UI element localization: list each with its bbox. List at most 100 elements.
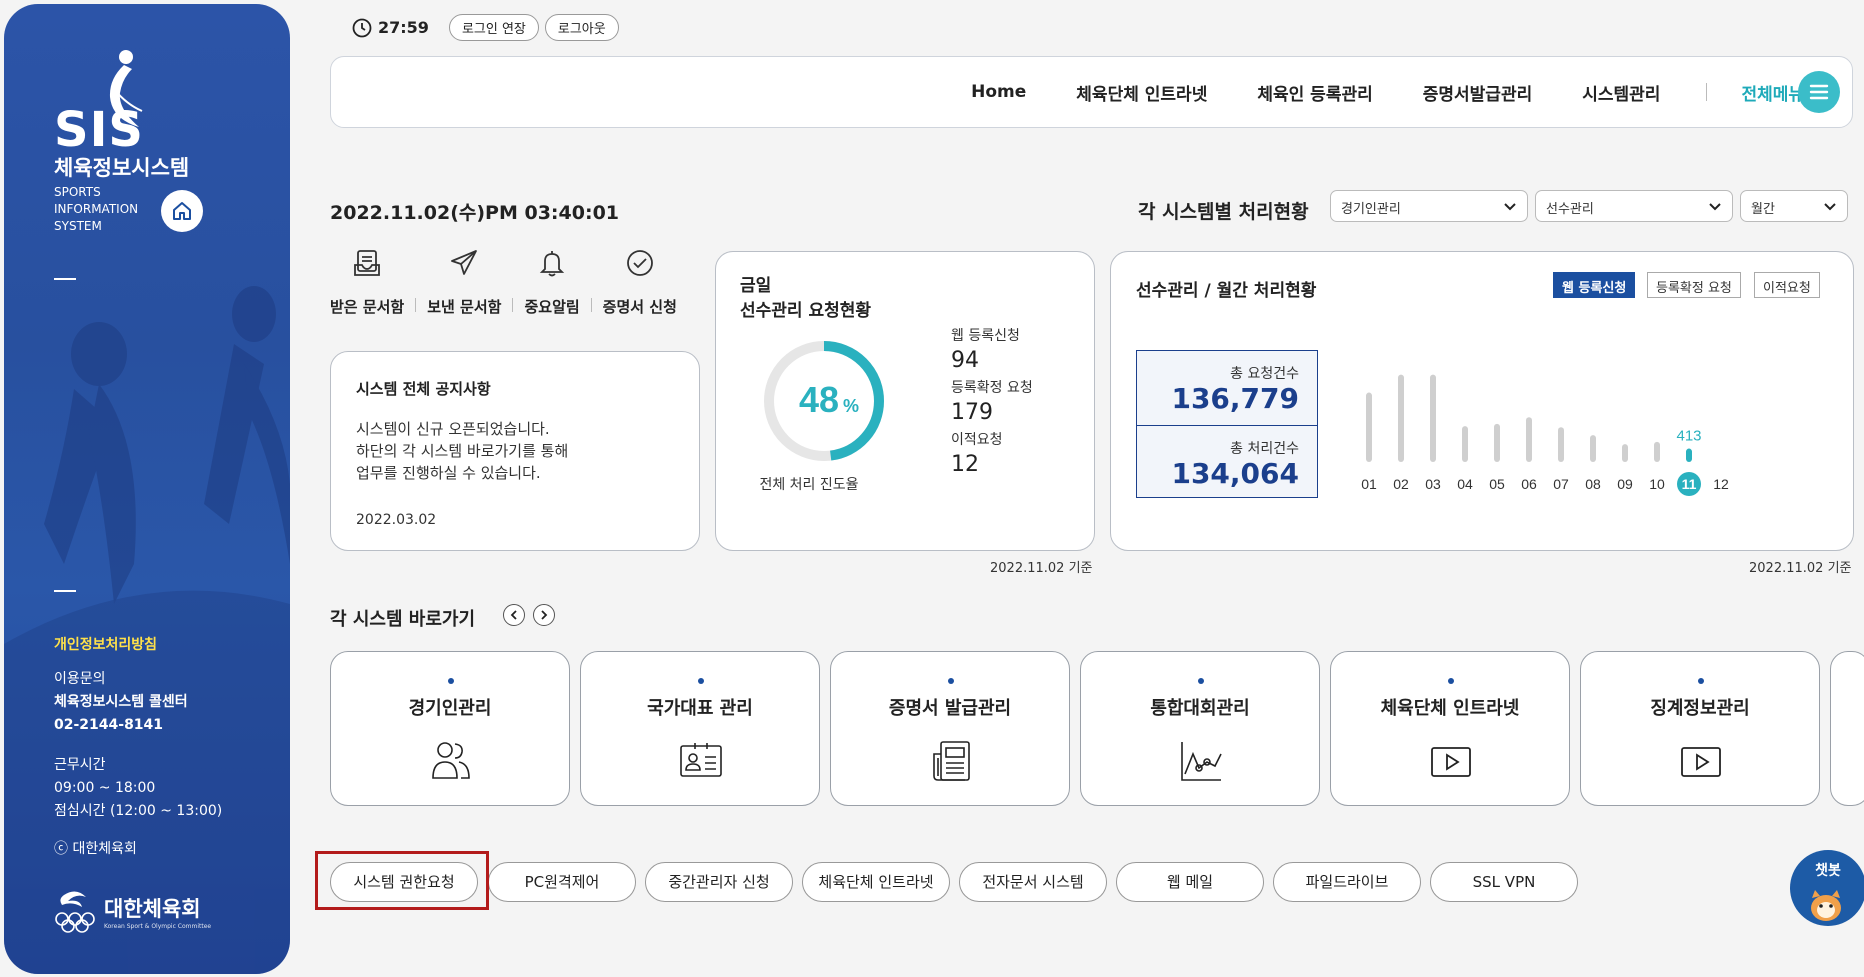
today-label: 금일 [740, 276, 772, 296]
subtitle-line: INFORMATION [54, 202, 139, 216]
notice-card[interactable]: 시스템 전체 공지사항 시스템이 신규 오픈되었습니다. 하단의 각 시스템 바… [330, 351, 700, 551]
shortcut-national-team[interactable]: 국가대표 관리 [580, 651, 820, 806]
shortcut-label: 체육단체 인트라넷 [1380, 698, 1520, 719]
transfer-request-label: 이적요청 [951, 432, 1003, 448]
nav-system-admin[interactable]: 시스템관리 [1582, 80, 1660, 105]
chevron-left-icon [510, 610, 517, 620]
inquiry-label: 이용문의 [54, 671, 106, 687]
totals-box: 총 요청건수 136,779 총 처리건수 134,064 [1136, 350, 1318, 498]
middle-manager-request-button[interactable]: 중간관리자 신청 [645, 862, 793, 902]
dot [698, 678, 704, 684]
all-menu-button[interactable] [1798, 71, 1840, 113]
id-card-icon [680, 743, 722, 777]
shortcut-discipline[interactable]: 징계정보관리 [1580, 651, 1820, 806]
bar-03 [1430, 374, 1436, 462]
shortcut-label: 증명서 발급관리 [888, 698, 1012, 719]
x-tick-label: 01 [1361, 476, 1377, 492]
timer-value: 27:59 [378, 18, 429, 37]
shortcut-partial[interactable] [1830, 651, 1864, 806]
tab-confirm-request[interactable]: 등록확정 요청 [1647, 272, 1741, 298]
percent-unit: % [843, 396, 859, 416]
certificate-request-label: 증명서 신청 [602, 298, 677, 316]
alerts-link[interactable]: 중요알림 [524, 248, 580, 317]
notice-title: 시스템 전체 공지사항 [356, 380, 491, 398]
total-processed: 총 처리건수 134,064 [1137, 425, 1317, 499]
dot [448, 678, 454, 684]
inbox-link[interactable]: 받은 문서함 [330, 248, 404, 317]
check-circle-icon [626, 250, 653, 276]
notice-body: 시스템이 신규 오픈되었습니다. 하단의 각 시스템 바로가기를 통해 업무를 … [356, 418, 568, 484]
shortcut-athletes[interactable]: 경기인관리 [330, 651, 570, 806]
category-select[interactable]: 경기인관리 [1330, 190, 1528, 222]
kspo-logo: 대한체육회 Korean Sport & Olympic Committee [54, 889, 211, 933]
working-hours: 근무시간 09:00 ~ 18:00 점심시간 (12:00 ~ 13:00) [54, 754, 222, 823]
shortcut-label: 통합대회관리 [1150, 698, 1250, 719]
file-drive-button[interactable]: 파일드라이브 [1273, 862, 1421, 902]
bar-09 [1622, 444, 1628, 462]
copyright: ⓒ 대한체육회 [54, 841, 137, 857]
certificate-request-link[interactable]: 증명서 신청 [603, 248, 677, 317]
x-tick-label: 06 [1521, 476, 1537, 492]
chevron-down-icon [1824, 203, 1836, 211]
callcenter-phone: 02-2144-8141 [54, 717, 164, 733]
home-button[interactable] [161, 190, 203, 232]
chevron-down-icon [1709, 203, 1721, 211]
shortcut-competition[interactable]: 통합대회관리 [1080, 651, 1320, 806]
shortcut-intranet[interactable]: 체육단체 인트라넷 [1330, 651, 1570, 806]
sports-intranet-button[interactable]: 체육단체 인트라넷 [802, 862, 950, 902]
top-navigation: Home 체육단체 인트라넷 체육인 등록관리 증명서발급관리 시스템관리 전체… [330, 56, 1853, 128]
system-title: 체육정보시스템 [54, 156, 190, 180]
shortcuts-prev-button[interactable] [503, 604, 525, 626]
nav-athlete-registration[interactable]: 체육인 등록관리 [1257, 80, 1372, 105]
org-name: 대한체육회 [104, 896, 201, 921]
e-document-button[interactable]: 전자문서 시스템 [959, 862, 1107, 902]
nav-certificate[interactable]: 증명서발급관리 [1423, 80, 1532, 105]
bar-11 [1686, 448, 1692, 462]
paper-plane-icon [451, 250, 478, 275]
subtitle-line: SYSTEM [54, 219, 102, 233]
tab-transfer-request[interactable]: 이적요청 [1754, 272, 1820, 298]
x-tick-label: 03 [1425, 476, 1441, 492]
sidebar: SIS 체육정보시스템 SPORTS INFORMATION SYSTEM 개인… [4, 4, 290, 974]
extend-login-button[interactable]: 로그인 연장 [448, 14, 539, 41]
all-menu-link[interactable]: 전체메뉴 [1741, 80, 1804, 105]
play-button-icon [1431, 747, 1471, 777]
logout-button[interactable]: 로그아웃 [544, 14, 619, 41]
shortcuts-next-button[interactable] [533, 604, 555, 626]
select-value: 경기인관리 [1341, 202, 1401, 217]
ssl-vpn-button[interactable]: SSL VPN [1430, 862, 1578, 902]
sis-logo[interactable]: SIS [54, 49, 154, 154]
nav-home[interactable]: Home [971, 82, 1026, 102]
chatbot-button[interactable]: 챗봇 [1790, 850, 1864, 926]
tab-web-registration[interactable]: 웹 등록신청 [1553, 272, 1636, 298]
divider [54, 590, 76, 592]
divider [54, 278, 76, 280]
lunch-hours: 점심시간 (12:00 ~ 13:00) [54, 803, 223, 819]
bar-05 [1494, 423, 1500, 462]
bar-value-label: 413 [1676, 428, 1701, 445]
pc-remote-control-button[interactable]: PC원격제어 [488, 862, 636, 902]
today-requests-card: 금일 선수관리 요청현황 48 % 전체 처리 진도율 웹 등록신청 94 등록… [715, 251, 1095, 551]
sent-link[interactable]: 보낸 문서함 [427, 248, 501, 317]
hamburger-icon [1809, 84, 1829, 100]
progress-label: 전체 처리 진도율 [759, 477, 859, 493]
web-mail-button[interactable]: 웹 메일 [1116, 862, 1264, 902]
subcategory-select[interactable]: 선수관리 [1535, 190, 1733, 222]
x-tick-label: 08 [1585, 476, 1601, 492]
processing-title: 각 시스템별 처리현황 [1138, 201, 1309, 223]
period-select[interactable]: 월간 [1740, 190, 1848, 222]
notice-date: 2022.03.02 [356, 512, 437, 528]
x-tick-label: 02 [1393, 476, 1409, 492]
line-chart-icon [1181, 742, 1222, 781]
x-tick-label: 12 [1713, 476, 1729, 492]
current-datetime: 2022.11.02(수)PM 03:40:01 [330, 202, 620, 224]
inbox-icon [354, 250, 381, 276]
session-timer: 27:59 [352, 18, 429, 38]
privacy-policy-link[interactable]: 개인정보처리방침 [54, 634, 157, 654]
nav-intranet[interactable]: 체육단체 인트라넷 [1076, 80, 1207, 105]
x-tick-label: 11 [1682, 476, 1697, 492]
monthly-basis-date: 2022.11.02 기준 [1749, 561, 1852, 576]
shortcut-certificate[interactable]: 증명서 발급관리 [830, 651, 1070, 806]
bar-01 [1366, 392, 1372, 462]
olympic-rings-icon [55, 891, 95, 933]
